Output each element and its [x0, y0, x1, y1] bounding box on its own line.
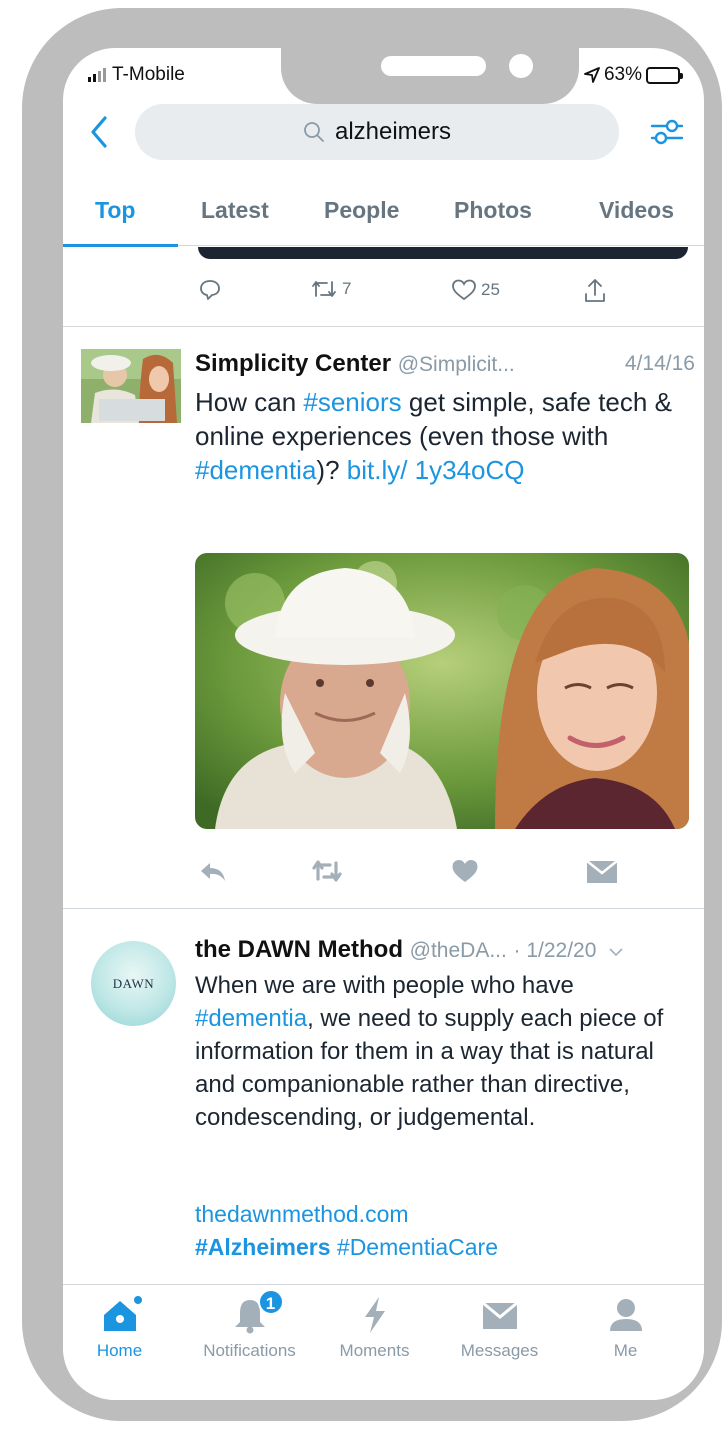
search-input[interactable]: alzheimers: [135, 104, 619, 160]
tab-photos[interactable]: Photos: [454, 188, 532, 246]
url-link[interactable]: thedawnmethod.com: [195, 1198, 498, 1231]
nav-home[interactable]: Home: [63, 1295, 182, 1361]
hashtag-link[interactable]: #seniors: [303, 387, 401, 417]
url-link[interactable]: bit.ly/ 1y34oCQ: [347, 455, 525, 485]
active-tab-indicator: [63, 244, 178, 247]
retweet-count: 7: [342, 279, 352, 298]
screen: T-Mobile 63% alzheimers Top Latest Peopl…: [63, 48, 704, 1400]
notification-badge: 1: [257, 1289, 284, 1315]
envelope-icon: [480, 1295, 520, 1335]
text-part: How can: [195, 387, 304, 417]
speaker: [381, 56, 486, 76]
status-bar-right: 63%: [584, 64, 683, 86]
carrier-label: T-Mobile: [112, 64, 185, 85]
tab-videos[interactable]: Videos: [599, 188, 674, 246]
hashtag-link[interactable]: #DementiaCare: [337, 1234, 498, 1260]
avatar[interactable]: [81, 349, 181, 423]
tweet-actions: [198, 858, 698, 888]
reply-button[interactable]: [198, 278, 222, 302]
like-count: 25: [481, 280, 500, 299]
tweet-text: How can #seniors get simple, safe tech &…: [195, 385, 695, 487]
nav-me[interactable]: Me: [563, 1295, 688, 1361]
camera: [509, 54, 533, 78]
retweet-button[interactable]: 7: [310, 278, 351, 300]
home-icon: [100, 1295, 142, 1335]
battery-percent: 63%: [603, 64, 642, 85]
avatar-photo: [81, 349, 181, 423]
reply-icon[interactable]: [198, 860, 228, 884]
bell-icon: 1: [230, 1289, 284, 1335]
tweet-date: 4/14/16: [624, 352, 695, 375]
tab-latest[interactable]: Latest: [201, 188, 269, 246]
text-part: )?: [316, 455, 347, 485]
nav-moments[interactable]: Moments: [312, 1295, 437, 1361]
tab-people[interactable]: People: [324, 188, 399, 246]
nav-messages[interactable]: Messages: [437, 1295, 562, 1361]
chevron-down-icon[interactable]: [609, 947, 623, 957]
tweet-text: When we are with people who have #dement…: [195, 969, 695, 1134]
tab-bar: Home 1 Notifications Moments Messages Me: [63, 1284, 704, 1400]
heart-icon: [452, 279, 476, 301]
author-handle[interactable]: @theDA...: [410, 939, 507, 962]
author-name[interactable]: the DAWN Method: [195, 936, 403, 963]
search-filter-icon[interactable]: [649, 114, 685, 150]
tweet-divider: [63, 908, 704, 909]
profile-icon: [606, 1295, 646, 1335]
tweet-divider: [63, 326, 704, 327]
previous-tweet-media-edge: [198, 247, 688, 259]
heart-icon[interactable]: [451, 858, 479, 884]
author-handle[interactable]: @Simplicit...: [398, 353, 515, 376]
tweet-photo-illustration: [195, 553, 689, 829]
location-icon: [584, 67, 600, 83]
lightning-icon: [355, 1295, 395, 1335]
reply-icon: [200, 280, 220, 300]
avatar[interactable]: DAWN: [91, 941, 176, 1026]
search-icon: [304, 122, 324, 142]
share-icon: [585, 279, 605, 302]
retweet-icon[interactable]: [310, 858, 344, 884]
direct-message-icon[interactable]: [586, 860, 618, 884]
retweet-icon: [312, 281, 336, 297]
nav-label: Moments: [339, 1341, 410, 1360]
share-button[interactable]: [583, 278, 607, 304]
notch: [281, 48, 579, 104]
nav-notifications[interactable]: 1 Notifications: [187, 1289, 312, 1361]
author-name[interactable]: Simplicity Center: [195, 350, 391, 377]
tweet-header: Simplicity Center @Simplicit... 4/14/16: [195, 350, 695, 378]
search-tabs: Top Latest People Photos Videos: [63, 188, 704, 246]
search-query: alzheimers: [334, 118, 452, 145]
tweet-photo[interactable]: [195, 553, 689, 829]
battery-icon: [646, 66, 683, 84]
nav-label: Home: [96, 1341, 143, 1360]
hashtag-link[interactable]: #Alzheimers: [195, 1234, 331, 1260]
previous-tweet-actions: 7 25: [198, 278, 698, 308]
nav-label: Notifications: [203, 1341, 296, 1360]
tweet-date: · 1/22/20: [513, 939, 597, 962]
hashtag-link[interactable]: #dementia: [195, 455, 316, 485]
hashtag-link[interactable]: #dementia: [195, 1005, 307, 1032]
nav-label: Messages: [460, 1341, 539, 1360]
tab-top[interactable]: Top: [95, 188, 135, 246]
avatar-logo-text: DAWN: [112, 975, 155, 991]
signal-icon: [88, 68, 106, 82]
text-part: When we are with people who have: [195, 972, 574, 999]
like-button[interactable]: 25: [451, 278, 500, 302]
status-bar-left: T-Mobile: [88, 64, 185, 86]
nav-label: Me: [613, 1341, 638, 1360]
tweet-links: thedawnmethod.com #Alzheimers #DementiaC…: [195, 1198, 498, 1264]
tweet-header: the DAWN Method @theDA... · 1/22/20: [195, 936, 695, 964]
back-icon[interactable]: [87, 114, 111, 150]
